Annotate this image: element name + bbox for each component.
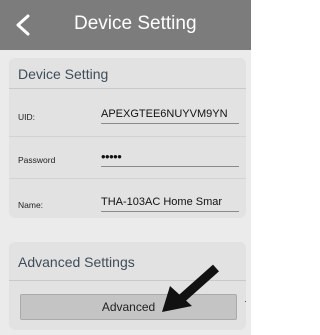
card-title: Advanced Settings [18,254,135,270]
divider [9,178,246,179]
password-label: Password [18,155,56,165]
page-title: Device Setting [74,13,197,34]
back-button[interactable] [12,10,34,40]
uid-label: UID: [18,112,35,122]
chevron-left-icon [16,14,30,36]
app-header: Device Setting [0,0,251,50]
uid-field[interactable]: APEXGTEE6NUYVM9YN [101,106,239,124]
password-field[interactable]: ••••• [101,149,239,167]
device-setting-screen: Device Setting Device Setting UID: APEXG… [0,0,251,335]
divider [9,136,246,137]
card-title: Device Setting [18,66,109,82]
pointer-arrow-icon [162,264,219,312]
name-field[interactable]: THA-103AC Home Smar [101,194,239,212]
device-setting-card: Device Setting UID: APEXGTEE6NUYVM9YN Pa… [9,58,246,218]
name-label: Name: [18,200,44,210]
divider [9,88,246,89]
edge-mark: · [244,296,247,306]
